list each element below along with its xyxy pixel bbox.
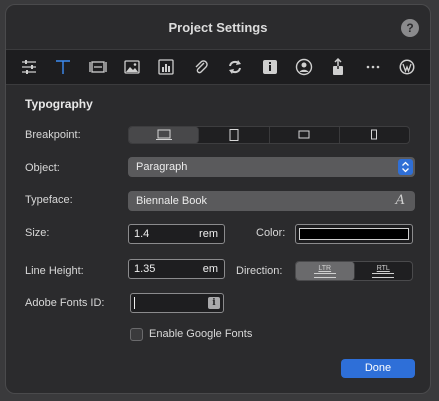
- share-icon[interactable]: [327, 56, 349, 78]
- breakpoint-label: Breakpoint:: [25, 129, 81, 141]
- google-fonts-checkbox[interactable]: [130, 328, 143, 341]
- direction-rtl-label: RTL: [376, 264, 390, 272]
- phone-icon: [371, 129, 378, 140]
- tablet-icon: [229, 129, 239, 141]
- object-select-value: Paragraph: [136, 161, 188, 173]
- object-select[interactable]: Paragraph: [128, 157, 415, 177]
- project-settings-dialog: Project Settings ? Typography Breakpoint…: [5, 4, 431, 394]
- google-fonts-label[interactable]: Enable Google Fonts: [149, 328, 252, 340]
- tablet-small-icon: [298, 130, 310, 139]
- text-lines-icon: [372, 272, 395, 278]
- breakpoint-phone[interactable]: [340, 127, 409, 143]
- user-icon[interactable]: [293, 56, 315, 78]
- wordpress-icon[interactable]: [396, 56, 418, 78]
- color-label: Color:: [256, 227, 286, 239]
- sliders-icon[interactable]: [18, 56, 40, 78]
- layout-icon[interactable]: [87, 56, 109, 78]
- paperclip-icon[interactable]: [190, 56, 212, 78]
- color-swatch: [299, 228, 409, 240]
- info-icon[interactable]: i: [208, 297, 220, 309]
- breakpoint-selector: [128, 126, 410, 144]
- line-height-value: 1.35: [134, 263, 156, 275]
- direction-ltr-label: LTR: [318, 264, 332, 272]
- typeface-label: Typeface:: [25, 194, 73, 206]
- color-well[interactable]: [295, 224, 413, 244]
- sync-icon[interactable]: [224, 56, 246, 78]
- chart-icon[interactable]: [155, 56, 177, 78]
- info-icon[interactable]: [259, 56, 281, 78]
- dialog-title: Project Settings: [168, 20, 268, 35]
- adobe-fonts-label: Adobe Fonts ID:: [25, 297, 105, 309]
- text-lines-icon: [313, 272, 336, 278]
- typeface-field[interactable]: Biennale Book A: [128, 191, 415, 211]
- size-value: 1.4: [134, 228, 150, 240]
- direction-ltr[interactable]: LTR: [296, 262, 355, 280]
- breakpoint-tablet-portrait[interactable]: [270, 127, 340, 143]
- text-caret: [134, 297, 135, 309]
- titlebar: Project Settings ?: [6, 5, 430, 49]
- line-height-input[interactable]: 1.35 em: [128, 259, 225, 279]
- direction-selector: LTR RTL: [295, 261, 413, 281]
- typeface-value: Biennale Book: [136, 195, 207, 207]
- size-unit: rem: [199, 228, 218, 240]
- image-icon[interactable]: [121, 56, 143, 78]
- size-input[interactable]: 1.4 rem: [128, 224, 225, 244]
- line-height-unit: em: [202, 263, 218, 275]
- direction-label: Direction:: [236, 265, 283, 277]
- object-label: Object:: [25, 162, 60, 174]
- size-label: Size:: [25, 227, 50, 239]
- font-picker-icon[interactable]: A: [396, 191, 405, 211]
- line-height-label: Line Height:: [25, 265, 84, 277]
- breakpoint-desktop[interactable]: [129, 127, 200, 143]
- done-button[interactable]: Done: [341, 359, 415, 378]
- settings-toolbar: [6, 49, 430, 85]
- typography-icon[interactable]: [52, 56, 74, 78]
- section-title: Typography: [25, 97, 93, 111]
- help-button[interactable]: ?: [401, 19, 419, 37]
- direction-rtl[interactable]: RTL: [355, 262, 413, 280]
- chevron-updown-icon: [398, 159, 413, 175]
- breakpoint-tablet-landscape[interactable]: [199, 127, 270, 143]
- adobe-fonts-input[interactable]: i: [130, 293, 224, 313]
- more-icon[interactable]: [362, 56, 384, 78]
- desktop-icon: [155, 129, 172, 140]
